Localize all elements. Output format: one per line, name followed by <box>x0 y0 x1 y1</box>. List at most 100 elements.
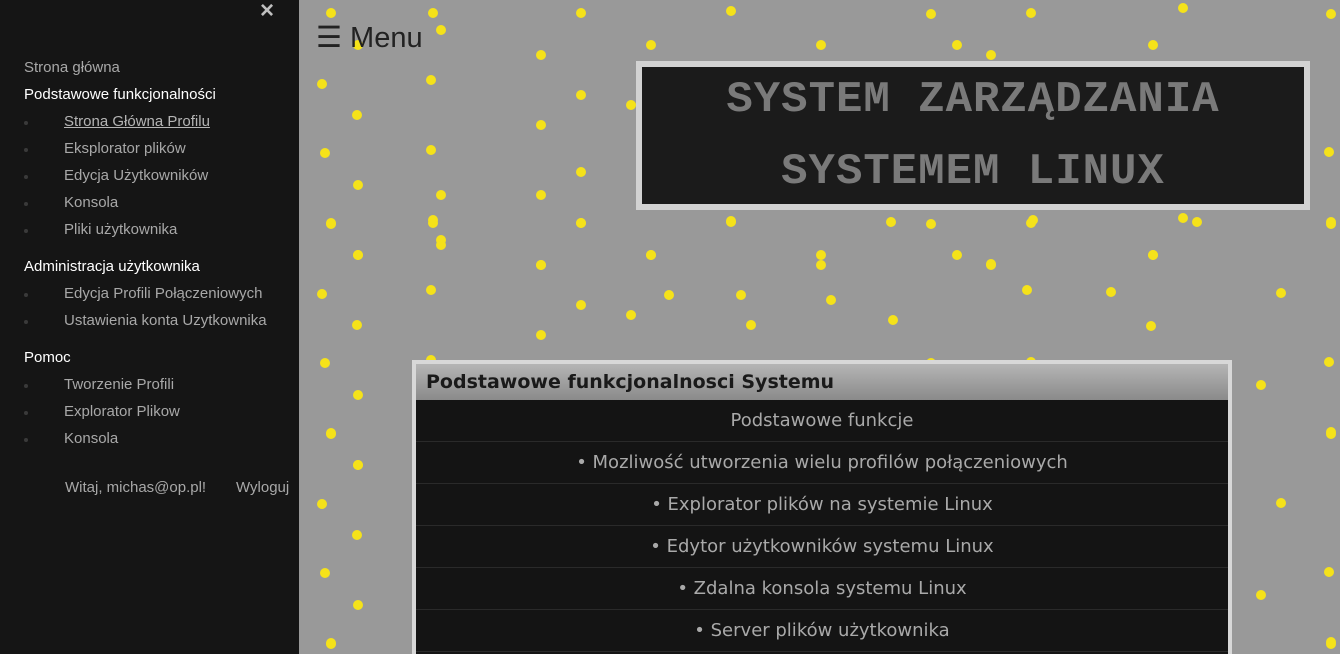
star-dot <box>1326 9 1336 19</box>
nav-link-console[interactable]: Konsola <box>64 194 118 211</box>
nav-link-user-edit[interactable]: Edycja Użytkowników <box>64 167 208 184</box>
star-dot <box>426 285 436 295</box>
star-dot <box>826 295 836 305</box>
feature-row: • Explorator plików na systemie Linux <box>416 484 1228 526</box>
star-dot <box>576 90 586 100</box>
feature-row: • Mozliwość utworzenia wielu profilów po… <box>416 442 1228 484</box>
star-dot <box>646 250 656 260</box>
feature-row: Podstawowe funkcje <box>416 400 1228 442</box>
bullet-icon <box>24 121 28 125</box>
star-dot <box>320 358 330 368</box>
bullet-icon <box>24 293 28 297</box>
star-dot <box>1326 639 1336 649</box>
star-dot <box>352 110 362 120</box>
bullet-icon <box>24 148 28 152</box>
star-dot <box>986 260 996 270</box>
star-dot <box>1026 8 1036 18</box>
star-dot <box>952 40 962 50</box>
star-dot <box>1324 567 1334 577</box>
star-dot <box>326 638 336 648</box>
star-dot <box>317 499 327 509</box>
star-dot <box>436 25 446 35</box>
star-dot <box>436 235 446 245</box>
star-dot <box>353 600 363 610</box>
star-dot <box>1192 217 1202 227</box>
nav-link-file-explorer[interactable]: Eksplorator plików <box>64 140 186 157</box>
star-dot <box>746 320 756 330</box>
nav-group-user-admin: Administracja użytkownika <box>24 258 200 275</box>
star-dot <box>888 315 898 325</box>
star-dot <box>353 250 363 260</box>
star-dot <box>816 40 826 50</box>
star-dot <box>536 330 546 340</box>
sidebar: × Strona główna Podstawowe funkcjonalnoś… <box>0 0 299 654</box>
nav-link-connection-profiles[interactable]: Edycja Profili Połączeniowych <box>64 285 262 302</box>
star-dot <box>320 568 330 578</box>
nav-link-account-settings[interactable]: Ustawienia konta Uzytkownika <box>64 312 267 329</box>
feature-row: • Zdalna konsola systemu Linux <box>416 568 1228 610</box>
star-dot <box>353 390 363 400</box>
star-dot <box>536 190 546 200</box>
menu-toggle-button[interactable]: ☰ Menu <box>316 20 423 56</box>
bullet-icon <box>24 175 28 179</box>
star-dot <box>352 530 362 540</box>
star-dot <box>1026 218 1036 228</box>
star-dot <box>576 8 586 18</box>
star-dot <box>428 8 438 18</box>
welcome-text: Witaj, michas@op.pl! <box>65 479 207 496</box>
main-content: ☰ Menu SYSTEM ZARZĄDZANIA SYSTEMEM LINUX… <box>299 0 1340 654</box>
star-dot <box>576 300 586 310</box>
nav-link-user-files[interactable]: Pliki użytkownika <box>64 221 177 238</box>
nav-group-help: Pomoc <box>24 349 71 366</box>
star-dot <box>1324 357 1334 367</box>
star-dot <box>536 50 546 60</box>
star-dot <box>1146 321 1156 331</box>
star-dot <box>326 428 336 438</box>
feature-row: • Edytor użytkowników systemu Linux <box>416 526 1228 568</box>
star-dot <box>320 148 330 158</box>
star-dot <box>1148 250 1158 260</box>
star-dot <box>986 50 996 60</box>
nav-link-help-console[interactable]: Konsola <box>64 430 118 447</box>
star-dot <box>426 75 436 85</box>
star-dot <box>576 218 586 228</box>
feature-row: • Server plików użytkownika <box>416 610 1228 652</box>
star-dot <box>664 290 674 300</box>
star-dot <box>1326 429 1336 439</box>
nav-link-help-explorer[interactable]: Explorator Plikow <box>64 403 180 420</box>
logout-link[interactable]: Wyloguj <box>236 479 289 496</box>
page-title-line-2: SYSTEMEM LINUX <box>781 146 1165 197</box>
star-dot <box>726 216 736 226</box>
star-dot <box>816 260 826 270</box>
star-dot <box>436 190 446 200</box>
star-dot <box>626 100 636 110</box>
star-dot <box>353 460 363 470</box>
bullet-icon <box>24 229 28 233</box>
star-dot <box>536 120 546 130</box>
star-dot <box>426 145 436 155</box>
nav-link-help-profiles[interactable]: Tworzenie Profili <box>64 376 174 393</box>
features-panel: Podstawowe funkcjonalnosci Systemu Podst… <box>412 360 1232 654</box>
bullet-icon <box>24 202 28 206</box>
star-dot <box>326 8 336 18</box>
bullet-icon <box>24 438 28 442</box>
bullet-icon <box>24 384 28 388</box>
close-icon[interactable]: × <box>256 0 278 23</box>
nav-link-home[interactable]: Strona główna <box>24 59 120 76</box>
bullet-icon <box>24 411 28 415</box>
nav-link-profile-home[interactable]: Strona Główna Profilu <box>64 113 210 130</box>
star-dot <box>1256 380 1266 390</box>
star-dot <box>926 9 936 19</box>
star-dot <box>428 218 438 228</box>
star-dot <box>816 250 826 260</box>
features-panel-header: Podstawowe funkcjonalnosci Systemu <box>416 364 1228 400</box>
star-dot <box>1276 498 1286 508</box>
star-dot <box>726 6 736 16</box>
star-dot <box>317 289 327 299</box>
star-dot <box>1276 288 1286 298</box>
star-dot <box>576 167 586 177</box>
star-dot <box>926 219 936 229</box>
star-dot <box>326 218 336 228</box>
star-dot <box>352 320 362 330</box>
star-dot <box>952 250 962 260</box>
